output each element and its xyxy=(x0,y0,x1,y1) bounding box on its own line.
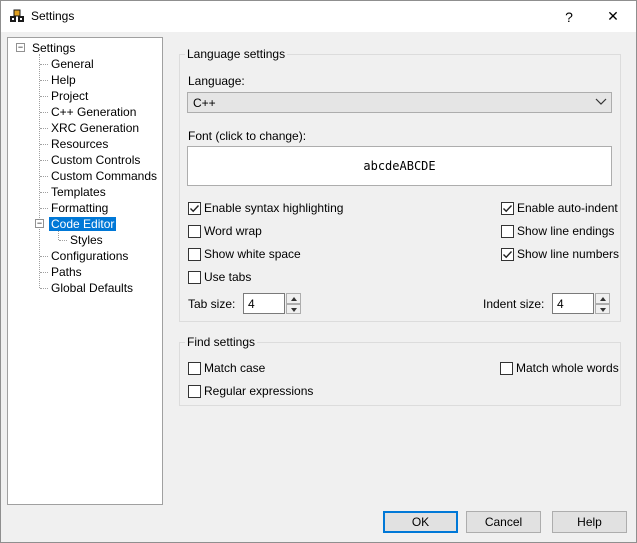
tree-item-general[interactable]: General xyxy=(51,56,94,72)
tab-size-label: Tab size: xyxy=(188,297,236,311)
indent-size-label: Indent size: xyxy=(483,297,545,311)
checkbox-icon xyxy=(188,247,201,261)
checkbox-icon xyxy=(501,224,514,238)
cancel-button[interactable]: Cancel xyxy=(466,511,541,533)
show-line-endings-checkbox[interactable]: Show line endings xyxy=(501,224,614,238)
checkbox-icon xyxy=(188,384,201,398)
syntax-highlighting-checkbox[interactable]: Enable syntax highlighting xyxy=(188,201,343,215)
close-icon: ✕ xyxy=(607,8,619,24)
help-title-button[interactable]: ? xyxy=(547,1,591,32)
regular-expressions-checkbox[interactable]: Regular expressions xyxy=(188,384,313,398)
close-button[interactable]: ✕ xyxy=(591,1,635,32)
tab-size-down-button[interactable] xyxy=(286,303,301,314)
caret-down-icon xyxy=(600,307,606,312)
show-line-numbers-checkbox[interactable]: Show line numbers xyxy=(501,247,619,261)
language-value: C++ xyxy=(193,96,216,110)
checkbox-icon xyxy=(500,361,513,375)
question-icon: ? xyxy=(565,8,573,25)
show-white-space-checkbox[interactable]: Show white space xyxy=(188,247,301,261)
tree-item-cpp-generation[interactable]: C++ Generation xyxy=(51,104,136,120)
tree-item-custom-controls[interactable]: Custom Controls xyxy=(51,152,140,168)
tree-item-styles[interactable]: Styles xyxy=(70,232,103,248)
tree-item-code-editor[interactable]: Code Editor xyxy=(49,216,117,232)
caret-up-icon xyxy=(600,297,606,301)
chevron-down-icon xyxy=(595,98,607,105)
tree-item-global-defaults[interactable]: Global Defaults xyxy=(51,280,133,296)
checkbox-checked-icon xyxy=(501,201,514,215)
caret-down-icon xyxy=(291,307,297,312)
tree-item-label: Settings xyxy=(32,41,76,55)
settings-window: Settings ? ✕ − Settings General Help Pro… xyxy=(0,0,637,543)
app-icon xyxy=(10,9,24,22)
checkbox-icon xyxy=(188,270,201,284)
caret-up-icon xyxy=(291,297,297,301)
use-tabs-checkbox[interactable]: Use tabs xyxy=(188,270,251,284)
auto-indent-checkbox[interactable]: Enable auto-indent xyxy=(501,201,618,215)
tree-item-formatting[interactable]: Formatting xyxy=(51,200,108,216)
window-title: Settings xyxy=(31,9,75,23)
language-settings-title: Language settings xyxy=(185,47,288,61)
tree-item-configurations[interactable]: Configurations xyxy=(51,248,128,264)
find-settings-title: Find settings xyxy=(185,335,258,349)
font-preview-text: abcdeABCDE xyxy=(363,159,436,173)
tree-item-paths[interactable]: Paths xyxy=(51,264,82,280)
language-select[interactable]: C++ xyxy=(187,92,612,113)
help-button[interactable]: Help xyxy=(552,511,627,533)
checkbox-checked-icon xyxy=(188,201,201,215)
indent-size-spinner: 4 xyxy=(552,293,610,314)
checkbox-checked-icon xyxy=(501,247,514,261)
tree-item-xrc-generation[interactable]: XRC Generation xyxy=(51,120,139,136)
font-label: Font (click to change): xyxy=(188,129,307,143)
tab-size-input[interactable]: 4 xyxy=(243,293,285,314)
ok-button[interactable]: OK xyxy=(383,511,458,533)
language-label: Language: xyxy=(188,74,245,88)
collapse-root-icon[interactable]: − xyxy=(16,43,25,52)
tree-item-resources[interactable]: Resources xyxy=(51,136,108,152)
match-whole-words-checkbox[interactable]: Match whole words xyxy=(500,361,619,375)
word-wrap-checkbox[interactable]: Word wrap xyxy=(188,224,262,238)
tree-item-custom-commands[interactable]: Custom Commands xyxy=(51,168,157,184)
tree-item-settings[interactable]: Settings xyxy=(32,40,75,56)
tree-item-project[interactable]: Project xyxy=(51,88,88,104)
indent-size-down-button[interactable] xyxy=(595,303,610,314)
tree-item-templates[interactable]: Templates xyxy=(51,184,106,200)
tab-size-spinner: 4 xyxy=(243,293,301,314)
tree-item-help[interactable]: Help xyxy=(51,72,76,88)
tab-size-up-button[interactable] xyxy=(286,293,301,304)
settings-tree[interactable]: − Settings General Help Project C++ Gene… xyxy=(7,37,163,505)
indent-size-input[interactable]: 4 xyxy=(552,293,594,314)
collapse-code-editor-icon[interactable]: − xyxy=(35,219,44,228)
indent-size-up-button[interactable] xyxy=(595,293,610,304)
font-preview-button[interactable]: abcdeABCDE xyxy=(187,146,612,186)
match-case-checkbox[interactable]: Match case xyxy=(188,361,265,375)
checkbox-icon xyxy=(188,361,201,375)
checkbox-icon xyxy=(188,224,201,238)
tree-line xyxy=(39,54,40,288)
title-bar: Settings ? ✕ xyxy=(1,1,636,32)
